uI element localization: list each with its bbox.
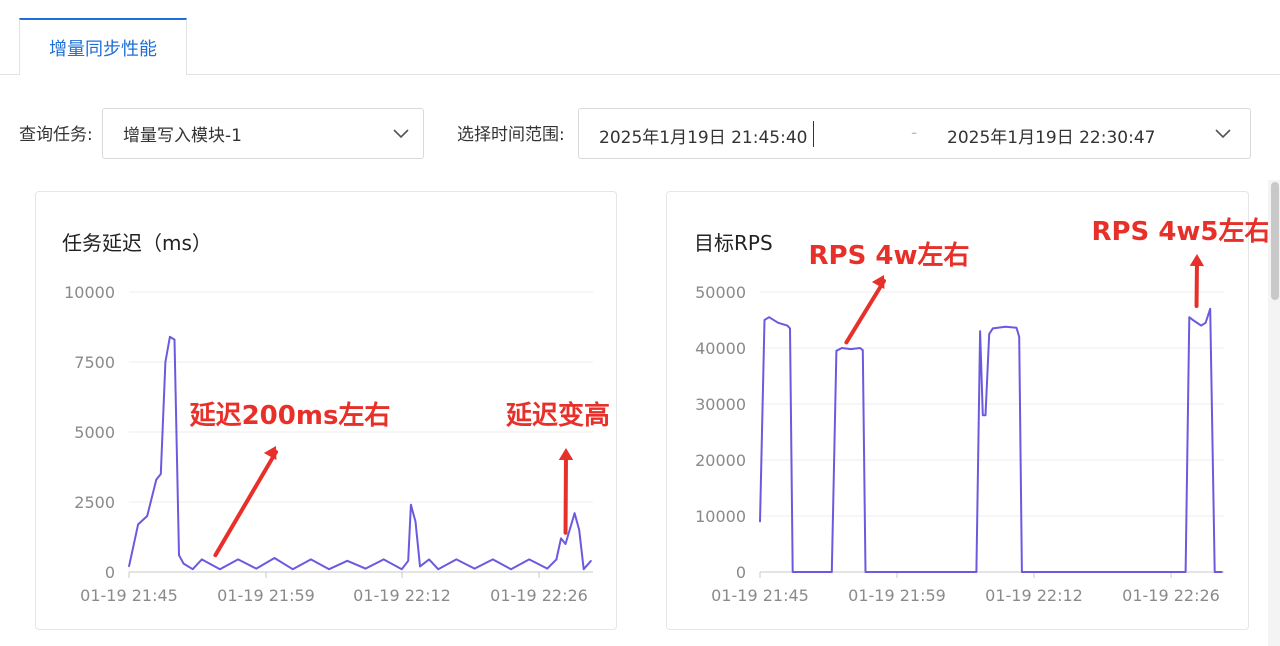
y-tick-label: 50000 (695, 283, 746, 302)
data-point (984, 414, 987, 417)
x-tick-label: 01-19 21:59 (848, 586, 946, 605)
page-scrollbar-thumb[interactable] (1271, 182, 1279, 300)
data-point (1204, 322, 1207, 324)
data-point (1200, 324, 1202, 327)
data-point (979, 330, 981, 333)
data-point (988, 333, 990, 335)
data-point (982, 414, 984, 417)
data-point (992, 327, 994, 330)
data-point (791, 571, 794, 573)
y-tick-label: 30000 (695, 395, 746, 414)
data-point (789, 327, 791, 330)
x-tick-label: 01-19 21:45 (711, 586, 809, 605)
data-point (835, 350, 838, 352)
y-tick-label: 10000 (695, 507, 746, 526)
data-point (841, 347, 843, 349)
data-point (861, 349, 864, 352)
data-point (1221, 571, 1223, 573)
y-tick-label: 20000 (695, 451, 746, 470)
data-point (763, 319, 766, 321)
data-point (864, 571, 867, 573)
data-point (759, 520, 761, 523)
data-point (1192, 319, 1194, 321)
data-point (768, 316, 770, 319)
data-point (1021, 571, 1023, 573)
data-point (1188, 316, 1191, 319)
x-tick-label: 01-19 22:12 (985, 586, 1083, 605)
y-tick-label: 0 (736, 563, 746, 582)
data-point (859, 347, 861, 349)
rps-chart: 0 10000 20000 30000 40000 50000 01-19 21:45 01-… (695, 217, 1270, 605)
annotation-label: RPS 4w5左右 (1091, 217, 1270, 247)
annotation-arrowhead (1189, 254, 1205, 267)
data-point (850, 348, 852, 350)
x-tick-label: 01-19 22:26 (1122, 586, 1220, 605)
data-point (1213, 571, 1216, 573)
data-point (786, 324, 789, 327)
data-point (1209, 308, 1211, 310)
data-point (975, 571, 978, 573)
data-point (831, 571, 833, 573)
annotation-arrow (844, 279, 886, 345)
data-point (1004, 325, 1007, 328)
data-point (1015, 327, 1018, 329)
annotation-label: RPS 4w左右 (809, 241, 970, 271)
data-point (777, 322, 779, 324)
data-point (1184, 571, 1187, 573)
data-point (1018, 336, 1020, 338)
y-tick-label: 40000 (695, 339, 746, 358)
